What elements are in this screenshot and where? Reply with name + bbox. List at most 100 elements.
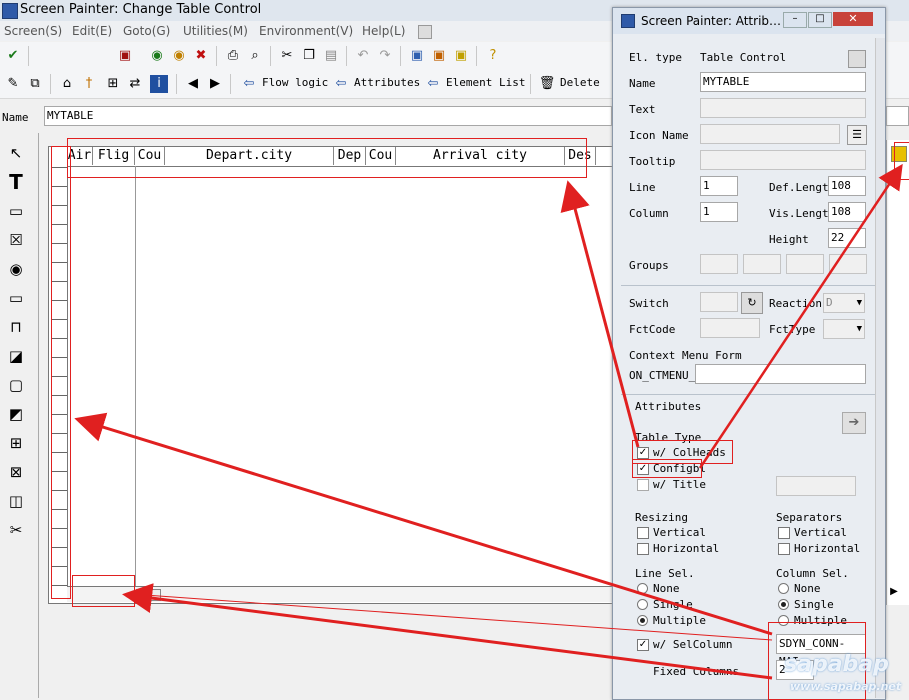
move-icon[interactable]: ⇄ (126, 75, 144, 93)
scroll-left-button[interactable] (136, 589, 148, 601)
pencil-icon[interactable]: ✎ (4, 75, 22, 93)
custom-control-icon[interactable]: ◫ (5, 490, 27, 512)
line-field[interactable]: 1 (700, 176, 738, 196)
menu-help[interactable]: Help(L) (362, 24, 405, 38)
name-row-input[interactable]: MYTABLE (44, 106, 612, 126)
col-header-arrival-city[interactable]: Arrival city (396, 147, 565, 165)
redo-icon[interactable]: ↷ (376, 47, 394, 65)
w-title-checkbox[interactable] (637, 479, 649, 491)
col-header-dep[interactable]: Dep (334, 147, 366, 165)
height-field[interactable]: 22 (828, 228, 866, 248)
menu-environment[interactable]: Environment(V) (259, 24, 353, 38)
line-sel-single-radio[interactable] (637, 599, 648, 610)
layout-icon-3[interactable]: ▣ (452, 47, 470, 65)
horizontal-scrollbar[interactable] (67, 586, 614, 602)
dialog-scrollbar[interactable] (875, 38, 885, 698)
pushbutton-icon[interactable]: ▭ (5, 287, 27, 309)
w-colheads-checkbox[interactable]: ✓ (637, 447, 649, 459)
col-sel-single-radio[interactable] (778, 599, 789, 610)
tabstrip-icon[interactable]: ⊓ (5, 316, 27, 338)
find-icon[interactable]: ⌕ (246, 47, 264, 65)
def-length-field[interactable]: 108 (828, 176, 866, 196)
line-sel-none-radio[interactable] (637, 583, 648, 594)
col-sel-multiple-radio[interactable] (778, 615, 789, 626)
help-icon[interactable]: ? (484, 47, 502, 65)
col-header-cou[interactable]: Cou (135, 147, 165, 165)
groups-field-1[interactable] (700, 254, 738, 274)
selcolumn-field[interactable]: SDYN_CONN-MAI (776, 634, 866, 668)
col-header-flig[interactable]: Flig (93, 147, 135, 165)
pointer-icon[interactable]: ↖ (5, 142, 27, 164)
col-sel-none-radio[interactable] (778, 583, 789, 594)
configbl-checkbox[interactable]: ✓ (637, 463, 649, 475)
radio-button-icon[interactable]: ◉ (5, 258, 27, 280)
reaction-dropdown[interactable]: D ▼ (823, 293, 865, 313)
input-field-icon[interactable]: ▭ (5, 200, 27, 222)
menu-screen[interactable]: Screen(S) (4, 24, 62, 38)
maximize-button[interactable]: □ (808, 12, 832, 28)
scroll-right-arrow-icon[interactable]: ▶ (887, 585, 901, 599)
col-header-depart-city[interactable]: Depart.city (165, 147, 334, 165)
column-field[interactable]: 1 (700, 202, 738, 222)
line-sel-multiple-radio[interactable] (637, 615, 648, 626)
checkbox-icon[interactable]: ☒ (5, 229, 27, 251)
status-icon[interactable]: ✂ (5, 519, 27, 541)
groups-field-3[interactable] (786, 254, 824, 274)
menu-goto[interactable]: Goto(G) (123, 24, 170, 38)
vis-length-field[interactable]: 108 (828, 202, 866, 222)
copy-icon[interactable]: ❐ (300, 47, 318, 65)
context-menu-field[interactable] (695, 364, 866, 384)
line-selector-column[interactable] (51, 149, 68, 599)
table-wizard-icon[interactable]: ⊠ (5, 461, 27, 483)
resizing-horizontal-checkbox[interactable] (637, 543, 649, 555)
tabstrip-wizard-icon[interactable]: ◪ (5, 345, 27, 367)
name-row-input-right[interactable] (886, 106, 909, 126)
icon-list-icon[interactable]: ☰ (847, 125, 867, 145)
subscreen-icon[interactable]: ◩ (5, 403, 27, 425)
switch-field[interactable] (700, 292, 738, 312)
sep-horizontal-checkbox[interactable] (778, 543, 790, 555)
info-icon[interactable]: i (150, 75, 168, 93)
minimize-button[interactable]: – (783, 12, 807, 28)
name-field[interactable]: MYTABLE (700, 72, 866, 92)
attributes-button[interactable]: Attributes (354, 76, 420, 89)
layout-icon-2[interactable]: ▣ (430, 47, 448, 65)
prev-icon[interactable]: ◀ (184, 75, 202, 93)
resizing-vertical-checkbox[interactable] (637, 527, 649, 539)
flow-logic-button[interactable]: Flow logic (262, 76, 328, 89)
w-selcolumn-checkbox[interactable]: ✓ (637, 639, 649, 651)
table-control-icon[interactable]: ⊞ (5, 432, 27, 454)
icon-name-field[interactable] (700, 124, 840, 144)
text-field-icon[interactable]: T (5, 171, 27, 193)
sep-vertical-checkbox[interactable] (778, 527, 790, 539)
back-icon[interactable]: ◉ (148, 47, 166, 65)
groups-field-4[interactable] (829, 254, 867, 274)
delete-button[interactable]: Delete (560, 76, 600, 89)
title-field[interactable] (776, 476, 856, 496)
fctcode-field[interactable] (700, 318, 760, 338)
tooltip-field[interactable] (700, 150, 866, 170)
cut-icon[interactable]: ✂ (278, 47, 296, 65)
menu-extra-icon[interactable] (418, 25, 432, 39)
table-control[interactable]: Air Flig Cou Depart.city Dep Cou Arrival… (48, 146, 615, 604)
col-header-des[interactable]: Des (565, 147, 596, 165)
scroll-right-button[interactable] (149, 589, 161, 601)
undo-icon[interactable]: ↶ (354, 47, 372, 65)
check-icon[interactable]: ✔ (4, 47, 22, 65)
hierarchy-icon[interactable]: ⌂ (58, 75, 76, 93)
col-header-cou-2[interactable]: Cou (366, 147, 396, 165)
objects-icon[interactable]: ⧉ (26, 75, 44, 93)
menu-edit[interactable]: Edit(E) (72, 24, 112, 38)
save-icon[interactable]: ▣ (116, 47, 134, 65)
print-icon[interactable]: ⎙ (224, 47, 242, 65)
next-icon[interactable]: ▶ (206, 75, 224, 93)
attributes-arrow-icon[interactable]: ➔ (842, 412, 866, 434)
col-header-air[interactable]: Air (67, 147, 93, 165)
el-type-button[interactable] (848, 50, 866, 68)
table-settings-icon[interactable] (891, 146, 907, 162)
cancel-icon[interactable]: ✖ (192, 47, 210, 65)
menu-utilities[interactable]: Utilities(M) (183, 24, 248, 38)
close-button[interactable]: ✕ (833, 12, 873, 26)
text-field[interactable] (700, 98, 866, 118)
groups-field-2[interactable] (743, 254, 781, 274)
